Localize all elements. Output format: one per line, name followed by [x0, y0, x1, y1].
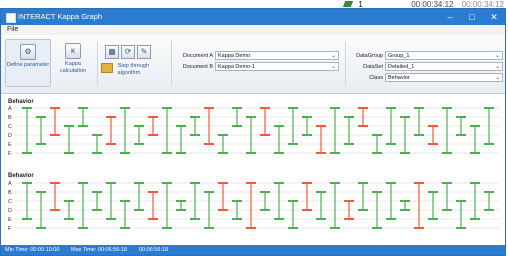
- ribbon-separator: [345, 41, 346, 85]
- code-label-e: E: [8, 217, 12, 223]
- menu-bar: File: [1, 25, 505, 35]
- status-bar: Min Time: 00:00:10:00 Max Time: 00:06:56…: [1, 245, 505, 255]
- kappa-calculation-label: Kappa calculation: [60, 61, 86, 74]
- ribbon-separator: [171, 41, 172, 85]
- document-b-value: Kappa Demo-1: [218, 64, 255, 70]
- kappa-icon: κ: [65, 43, 81, 59]
- define-parameter-button[interactable]: ⚙ Define parameter: [5, 39, 51, 87]
- document-a-label: Document A: [183, 53, 213, 59]
- datagroup-value: Group_1: [388, 53, 410, 59]
- refresh-icon[interactable]: ⟳: [121, 45, 135, 59]
- chevron-down-icon: ⌄: [494, 75, 500, 81]
- class-label: Class: [369, 75, 383, 81]
- code-label-c: C: [8, 124, 12, 130]
- ribbon-separator: [97, 41, 98, 85]
- datagroup-label: DataGroup: [356, 53, 383, 59]
- maximize-icon[interactable]: □: [463, 11, 481, 23]
- bottom-sequence: [22, 182, 494, 229]
- datagroup-dropdown[interactable]: Group_1 ⌄: [385, 51, 503, 60]
- code-label-d: D: [8, 133, 12, 139]
- top-code-axis: ABCDEF: [8, 106, 499, 157]
- kappa-graph-window: INTERACT Kappa Graph – □ ✕ File ⚙ Define…: [0, 8, 506, 256]
- code-label-c: C: [8, 199, 12, 205]
- window-title: INTERACT Kappa Graph: [18, 12, 103, 21]
- graph-bottom-label: Behavior: [8, 173, 34, 179]
- document-b-dropdown[interactable]: Kappa Demo-1 ⌄: [215, 62, 339, 71]
- chevron-down-icon: ⌄: [494, 53, 500, 59]
- class-value: Behavior: [388, 75, 410, 81]
- status-duration: 00:06:56:18: [139, 246, 169, 253]
- chevron-down-icon: ⌄: [330, 64, 336, 70]
- graph-top-label: Behavior: [8, 99, 34, 105]
- menu-file[interactable]: File: [7, 26, 18, 33]
- document-a-dropdown[interactable]: Kappa Demo ⌄: [215, 51, 339, 60]
- kappa-graph: Behavior Behavior ABCDEF ABCDEF: [8, 99, 499, 232]
- ribbon-toolbar: ⚙ Define parameter κ Kappa calculation ▦…: [1, 35, 505, 94]
- footsteps-icon: [101, 63, 113, 73]
- step-through-label: Step through algorithm: [117, 63, 150, 76]
- kappa-calculation-button[interactable]: κ Kappa calculation: [53, 39, 93, 85]
- status-min-time: Min Time: 00:00:10:00: [5, 246, 60, 253]
- document-b-label: Document B: [182, 64, 213, 70]
- code-label-a: A: [8, 181, 12, 187]
- minimize-icon[interactable]: –: [441, 11, 459, 23]
- title-bar[interactable]: INTERACT Kappa Graph – □ ✕: [1, 9, 505, 25]
- class-dropdown[interactable]: Behavior ⌄: [385, 73, 503, 82]
- code-label-f: F: [8, 151, 12, 157]
- top-sequence: [22, 107, 494, 154]
- define-parameter-label: Define parameter: [6, 62, 50, 68]
- gear-icon: ⚙: [20, 44, 36, 60]
- code-label-d: D: [8, 208, 12, 214]
- step-through-button[interactable]: Step through algorithm: [101, 63, 167, 83]
- code-label-b: B: [8, 190, 12, 196]
- dataset-label: DataSet: [363, 64, 383, 70]
- close-icon[interactable]: ✕: [485, 11, 503, 23]
- app-icon: [6, 13, 16, 23]
- code-label-f: F: [8, 226, 12, 232]
- dataset-value: Detailed_1: [388, 64, 415, 70]
- table-icon[interactable]: ▦: [105, 45, 119, 59]
- code-label-a: A: [8, 106, 12, 112]
- chevron-down-icon: ⌄: [494, 64, 500, 70]
- document-a-value: Kappa Demo: [218, 53, 251, 59]
- chevron-down-icon: ⌄: [330, 53, 336, 59]
- leaf-icon: [342, 1, 354, 7]
- tools-icon[interactable]: ✎: [137, 45, 151, 59]
- bottom-code-axis: ABCDEF: [8, 181, 499, 232]
- dataset-dropdown[interactable]: Detailed_1 ⌄: [385, 62, 503, 71]
- code-label-b: B: [8, 115, 12, 121]
- code-label-e: E: [8, 142, 12, 148]
- status-max-time: Max Time: 00:06:56:18: [71, 246, 127, 253]
